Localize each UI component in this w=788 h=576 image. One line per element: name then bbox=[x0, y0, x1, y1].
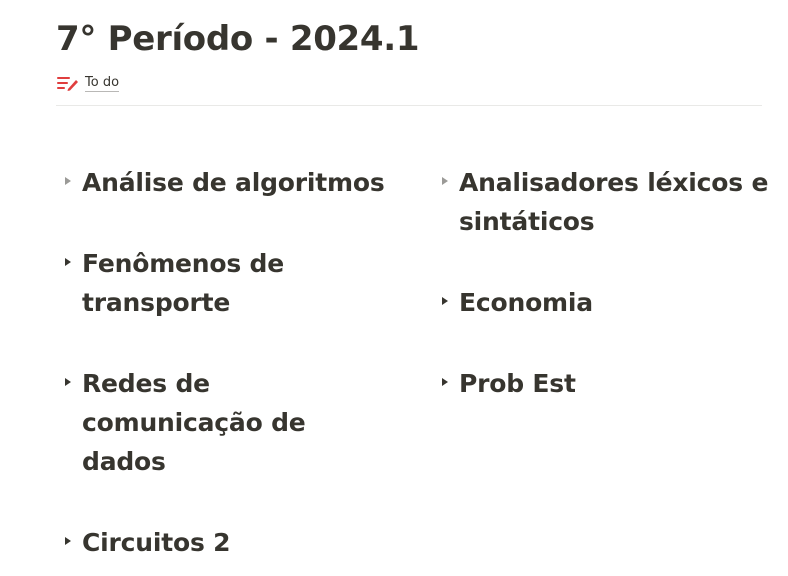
toggle-label: Analisadores léxicos e sintáticos bbox=[459, 168, 769, 236]
toggle-arrow-icon[interactable] bbox=[54, 364, 82, 387]
toggle-label: Circuitos 2 bbox=[82, 528, 231, 557]
toggle-analise-de-algoritmos[interactable]: Análise de algoritmos bbox=[54, 163, 394, 202]
toggle-arrow-icon[interactable] bbox=[54, 163, 82, 186]
toggle-circuitos-2[interactable]: Circuitos 2 bbox=[54, 523, 354, 562]
todo-tag-label: To do bbox=[85, 74, 120, 92]
toggle-redes-de-comunicacao-de-dados[interactable]: Redes de comunicação de dados bbox=[54, 364, 354, 481]
toggle-arrow-icon[interactable] bbox=[54, 523, 82, 546]
toggle-arrow-icon[interactable] bbox=[431, 283, 459, 306]
toggle-arrow-icon[interactable] bbox=[431, 163, 459, 186]
toggle-analisadores-lexicos-e-sintaticos[interactable]: Analisadores léxicos e sintáticos bbox=[431, 163, 781, 241]
toggle-label: Economia bbox=[459, 288, 593, 317]
page-title: 7° Período - 2024.1 bbox=[56, 19, 420, 59]
divider bbox=[56, 105, 762, 106]
toggle-economia[interactable]: Economia bbox=[431, 283, 731, 322]
todo-list-icon bbox=[57, 74, 79, 92]
todo-tag[interactable]: To do bbox=[57, 72, 120, 94]
toggle-fenomenos-de-transporte[interactable]: Fenômenos de transporte bbox=[54, 244, 354, 322]
toggle-arrow-icon[interactable] bbox=[431, 364, 459, 387]
toggle-arrow-icon[interactable] bbox=[54, 244, 82, 267]
toggle-label: Análise de algoritmos bbox=[82, 168, 385, 197]
toggle-label: Redes de comunicação de dados bbox=[82, 369, 306, 476]
toggle-prob-est[interactable]: Prob Est bbox=[431, 364, 731, 403]
toggle-label: Prob Est bbox=[459, 369, 576, 398]
toggle-label: Fenômenos de transporte bbox=[82, 249, 285, 317]
